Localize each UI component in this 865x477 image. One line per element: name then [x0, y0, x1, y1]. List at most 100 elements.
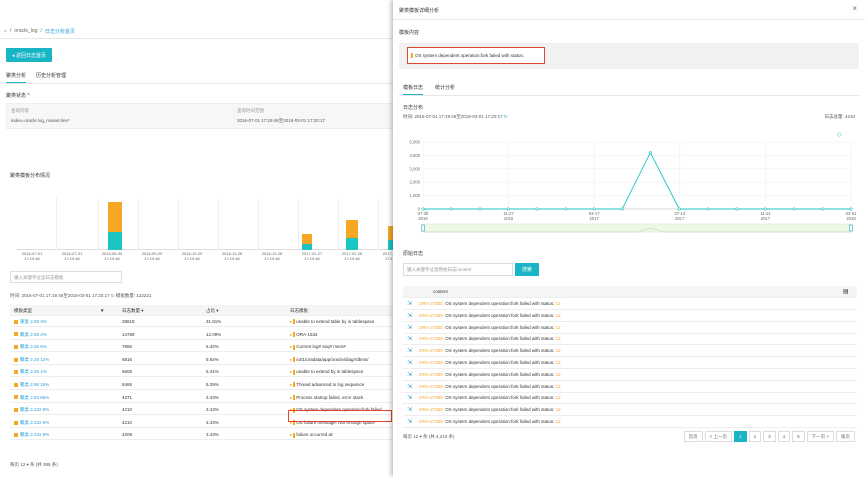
tab-cluster-analysis[interactable]: 聚类分析	[6, 72, 27, 83]
template-type[interactable]: 聚类 2.232 8%	[20, 432, 49, 437]
template-type[interactable]: 聚类 2.25 1%	[20, 369, 47, 374]
table-row[interactable]: ⇲ ORA-27300: OS system dependent operatio…	[403, 357, 857, 369]
expand-icon[interactable]: ▸	[290, 395, 292, 400]
table-row[interactable]: 聚类 2.58 4% 14789 12.09% ▸ ORA-1534	[10, 329, 396, 340]
template-type[interactable]: 聚类 2.232 8%	[20, 407, 49, 412]
bar-segment[interactable]	[346, 238, 358, 250]
log-count: 4271	[122, 394, 133, 400]
detail-icon[interactable]: ⇲	[407, 312, 412, 319]
header-pct[interactable]: 占比 ▾	[206, 308, 219, 314]
expand-icon[interactable]: ▸	[290, 357, 292, 362]
expand-icon[interactable]: ▸	[290, 369, 292, 374]
detail-icon[interactable]: ⇲	[407, 300, 412, 307]
table-row[interactable]: 聚类 2.56 16% 6466 5.29% ▸ Thread advanced to …	[10, 379, 396, 390]
template-text: Thread advanced to log sequence	[296, 382, 365, 387]
page-size-select[interactable]: 12 ▾	[413, 434, 422, 439]
bar-segment[interactable]	[302, 234, 312, 244]
back-button[interactable]: ◂ 返回日志首页	[6, 48, 52, 62]
template-type[interactable]: 重复 2.56 3%	[20, 319, 47, 324]
error-code: ORA-27300:	[419, 324, 445, 330]
breadcrumb-item-oracle-log[interactable]: oracle_log	[14, 28, 37, 34]
template-type[interactable]: 聚类 2.232 8%	[20, 420, 49, 425]
table-row[interactable]: 聚类 2.53 86% 4271 3.43% ▸ Process startup fai…	[10, 392, 396, 403]
x-axis-label: 2016-08-30 17:19:46	[101, 251, 123, 261]
time-range-value: 2016-07-01 17:19:46至2018-03-01 17:20:17	[237, 118, 326, 123]
refresh-icon[interactable]: ↻	[111, 293, 115, 298]
template-type[interactable]: 聚类 2.25 5%	[20, 344, 47, 349]
detail-icon[interactable]: ⇲	[407, 383, 412, 390]
template-type-icon	[14, 332, 18, 337]
table-row[interactable]: ⇲ ORA-27300: OS system dependent operatio…	[403, 298, 857, 310]
bar-segment[interactable]	[346, 220, 358, 238]
expand-icon[interactable]: ▸	[290, 319, 292, 324]
range-handle-left[interactable]	[421, 224, 425, 232]
detail-icon[interactable]: ⇲	[407, 406, 412, 413]
template-type[interactable]: 聚类 2.53 86%	[20, 395, 49, 400]
detail-icon[interactable]: ⇲	[407, 324, 412, 331]
table-row[interactable]: 重复 2.56 3% 38818 31.81% ▸ unable to extend t…	[10, 316, 396, 327]
log-text: OS system dependent operation:fork faile…	[445, 360, 555, 365]
detail-icon[interactable]: ⇲	[407, 394, 412, 401]
error-code: ORA-27300:	[419, 348, 445, 354]
table-row[interactable]: ⇲ ORA-27300: OS system dependent operatio…	[403, 333, 857, 346]
detail-icon[interactable]: ⇲	[407, 371, 412, 378]
log-text: OS system dependent operation:fork faile…	[445, 348, 555, 354]
detail-icon[interactable]: ⇲	[407, 418, 412, 425]
pager-item[interactable]: 2	[748, 431, 762, 442]
bar-segment[interactable]	[108, 232, 122, 250]
template-type[interactable]: 聚类 2.25 12%	[20, 357, 49, 362]
table-row[interactable]: ⇲ ORA-27300: OS system dependent operatio…	[403, 381, 857, 393]
pager-item[interactable]: 5	[792, 431, 805, 442]
tab-template-logs[interactable]: 模板日志	[403, 84, 424, 95]
pager-item[interactable]: 下一页 >	[806, 431, 834, 442]
close-icon[interactable]: ×	[852, 5, 857, 13]
log-count: 14789	[122, 331, 135, 337]
pager-item[interactable]: < 上一页	[704, 431, 733, 442]
table-row[interactable]: ⇲ ORA-27300: OS system dependent operatio…	[403, 392, 857, 405]
range-handle-right[interactable]	[849, 224, 853, 232]
template-content-box: OS system dependent operation:fork faile…	[399, 43, 859, 69]
detail-icon[interactable]: ⇲	[407, 335, 412, 342]
table-row[interactable]: 聚类 2.25 12% 6816 5.54% ▸ /u01/oradata/app/or…	[10, 354, 396, 365]
home-icon[interactable]: ⌂	[4, 28, 7, 34]
table-row[interactable]: 聚类 2.25 1% 6606 5.41% ▸ unable to extend by …	[10, 366, 396, 378]
table-row[interactable]: 聚类 2.232 8% 4209 3.43% ▸ failure occurred at…	[10, 429, 396, 441]
data-point	[535, 207, 539, 211]
cluster-state-toggle[interactable]: 聚类状态 ^	[6, 92, 30, 99]
expand-icon[interactable]: ▸	[290, 432, 292, 437]
expand-icon[interactable]: ▸	[290, 332, 292, 337]
filter-icon[interactable]: ▼	[100, 308, 104, 313]
tab-history[interactable]: 历史分析管理	[36, 72, 66, 83]
table-row[interactable]: ⇲ ORA-27300: OS system dependent operatio…	[403, 404, 857, 417]
template-filter-input[interactable]: 输入关键字过滤日志模板	[10, 271, 122, 283]
expand-icon[interactable]: ▸	[290, 382, 292, 387]
pager-item[interactable]: 首页	[683, 431, 703, 442]
table-row[interactable]: ⇲ ORA-27300: OS system dependent operatio…	[403, 322, 857, 334]
template-type[interactable]: 聚类 2.56 16%	[20, 382, 49, 387]
percentage: 3.43%	[206, 394, 219, 400]
raw-log-filter-input[interactable]: 输入关键字过滤原始日志content	[403, 263, 513, 276]
tab-statistics[interactable]: 统计分析	[435, 84, 455, 95]
table-row[interactable]: ⇲ ORA-27300: OS system dependent operatio…	[403, 345, 857, 358]
header-count[interactable]: 日志数量 ▾	[122, 308, 144, 314]
pager-item[interactable]: 4	[777, 431, 791, 442]
template-type-icon	[14, 420, 18, 425]
header-type[interactable]: 模板类型	[14, 308, 32, 314]
zoom-reset-icon[interactable]: ◇	[837, 131, 842, 138]
expand-icon[interactable]: ▸	[290, 344, 292, 349]
bar-segment[interactable]	[108, 202, 122, 232]
columns-icon[interactable]: ▤	[843, 288, 849, 295]
search-button[interactable]: 搜索	[515, 263, 539, 276]
detail-icon[interactable]: ⇲	[407, 347, 412, 354]
pager-item[interactable]: 尾页	[836, 431, 855, 442]
table-row[interactable]: ⇲ ORA-27300: OS system dependent operatio…	[403, 310, 857, 322]
pager-item[interactable]: 3	[763, 431, 776, 442]
template-type[interactable]: 聚类 2.58 4%	[20, 332, 47, 337]
refresh-icon[interactable]: ↻	[504, 114, 508, 119]
detail-icon[interactable]: ⇲	[407, 359, 412, 366]
bar-segment[interactable]	[302, 244, 312, 250]
pager-item[interactable]: 1	[734, 431, 747, 442]
table-row[interactable]: ⇲ ORA-27300: OS system dependent operatio…	[403, 369, 857, 381]
table-row[interactable]: 聚类 2.25 5% 7865 6.42% ▸ Current log# seq# me…	[10, 341, 396, 353]
table-row[interactable]: ⇲ ORA-27300: OS system dependent operatio…	[403, 416, 857, 428]
